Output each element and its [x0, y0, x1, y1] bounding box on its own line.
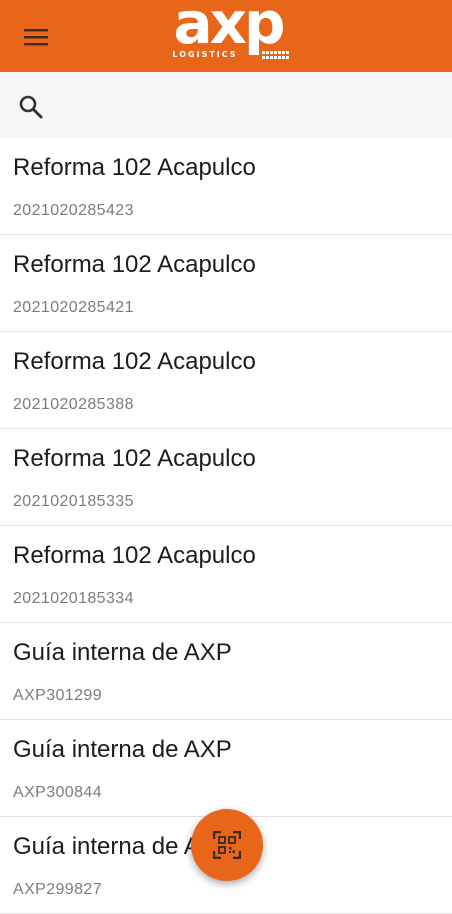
logo-squares-icon — [262, 51, 289, 59]
app-bar: axp LOGISTICS — [0, 0, 452, 72]
search-input[interactable] — [56, 86, 440, 128]
list-item[interactable]: Reforma 102 Acapulco 2021020285421 — [0, 235, 452, 332]
list-item-tracking-number: AXP301299 — [13, 687, 103, 704]
qr-scan-icon — [213, 831, 241, 859]
menu-icon — [24, 29, 48, 46]
search-icon[interactable] — [18, 94, 44, 120]
list-item[interactable]: Guía interna de AXP AXP300844 — [0, 720, 452, 817]
list-item[interactable]: Reforma 102 Acapulco 2021020285423 — [0, 138, 452, 235]
list-item-title: Guía interna de AXP — [13, 736, 232, 763]
list-item-title: Reforma 102 Acapulco — [13, 348, 256, 375]
list-item-tracking-number: AXP300844 — [13, 784, 103, 801]
list-item-title: Reforma 102 Acapulco — [13, 251, 256, 278]
list-item-tracking-number: AXP299827 — [13, 881, 103, 898]
list-item-title: Reforma 102 Acapulco — [13, 542, 256, 569]
list-item-tracking-number: 2021020285421 — [13, 299, 134, 316]
logo-tagline: LOGISTICS — [170, 49, 240, 61]
list-item-tracking-number: 2021020285423 — [13, 202, 134, 219]
list-item-tracking-number: 2021020185334 — [13, 590, 134, 607]
list-item-tracking-number: 2021020285388 — [13, 396, 134, 413]
app-logo: axp LOGISTICS — [158, 0, 298, 68]
list-item-title: Reforma 102 Acapulco — [13, 154, 256, 181]
logo-wordmark: axp — [173, 0, 285, 57]
list-item[interactable]: Guía interna de AXP AXP301299 — [0, 623, 452, 720]
scan-qr-button[interactable] — [191, 809, 263, 881]
list-item-title: Reforma 102 Acapulco — [13, 445, 256, 472]
list-item-tracking-number: 2021020185335 — [13, 493, 134, 510]
list-item[interactable]: Reforma 102 Acapulco 2021020285388 — [0, 332, 452, 429]
shipment-list: Reforma 102 Acapulco 2021020285423 Refor… — [0, 138, 452, 914]
menu-button[interactable] — [14, 20, 58, 54]
list-item[interactable]: Reforma 102 Acapulco 2021020185335 — [0, 429, 452, 526]
list-item-title: Guía interna de AXP — [13, 639, 232, 666]
list-item[interactable]: Reforma 102 Acapulco 2021020185334 — [0, 526, 452, 623]
